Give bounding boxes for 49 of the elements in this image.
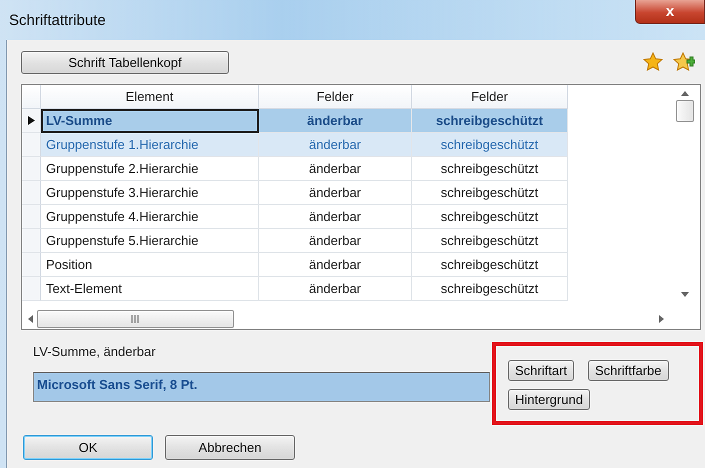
style-button[interactable]: Schriftfarbe (588, 360, 668, 381)
table-cell: Text-Element (41, 277, 259, 301)
scroll-left-icon[interactable] (28, 315, 33, 323)
style-button[interactable]: Hintergrund (508, 389, 590, 410)
window-title: Schriftattribute (9, 12, 106, 28)
table-cell: Gruppenstufe 2.Hierarchie (41, 157, 259, 181)
table-cell: änderbar (259, 109, 412, 133)
row-header[interactable] (22, 109, 41, 133)
column-header[interactable]: Felder (259, 85, 412, 109)
star-add-icon[interactable] (673, 52, 695, 72)
table-cell: änderbar (259, 181, 412, 205)
column-header[interactable]: Element (41, 85, 259, 109)
table-cell: Gruppenstufe 5.Hierarchie (41, 229, 259, 253)
table-cell: änderbar (259, 253, 412, 277)
table-cell: schreibgeschützt (412, 205, 568, 229)
scroll-down-icon[interactable] (681, 292, 689, 297)
table-cell: schreibgeschützt (412, 229, 568, 253)
table-cell: Gruppenstufe 1.Hierarchie (41, 133, 259, 157)
table-cell: schreibgeschützt (412, 253, 568, 277)
table-cell: LV-Summe (41, 109, 259, 133)
table-cell: schreibgeschützt (412, 157, 568, 181)
table-cell: änderbar (259, 277, 412, 301)
table-cell: Position (41, 253, 259, 277)
table-cell: änderbar (259, 229, 412, 253)
table-cell: schreibgeschützt (412, 277, 568, 301)
table-cell: schreibgeschützt (412, 181, 568, 205)
header-font-button[interactable]: Schrift Tabellenkopf (21, 50, 229, 74)
dialog-button[interactable]: OK (23, 435, 153, 460)
horizontal-scroll-thumb[interactable] (37, 310, 234, 328)
current-row-icon (28, 116, 34, 125)
table-cell: schreibgeschützt (412, 109, 568, 133)
star-icon[interactable] (643, 52, 663, 72)
grip-icon (131, 315, 140, 323)
scroll-up-icon[interactable] (681, 91, 689, 96)
font-preview-field: Microsoft Sans Serif, 8 Pt. (33, 372, 490, 402)
corner-header (22, 85, 41, 109)
table-cell: Gruppenstufe 3.Hierarchie (41, 181, 259, 205)
table-cell: schreibgeschützt (412, 133, 568, 157)
table-cell: änderbar (259, 205, 412, 229)
dialog-button[interactable]: Abbrechen (165, 435, 295, 460)
column-header[interactable]: Felder (412, 85, 568, 109)
close-button[interactable]: x (635, 0, 705, 24)
selection-label: LV-Summe, änderbar (33, 344, 157, 361)
table-cell: änderbar (259, 157, 412, 181)
style-button[interactable]: Schriftart (508, 360, 574, 381)
table-cell: änderbar (259, 133, 412, 157)
scroll-right-icon[interactable] (659, 315, 664, 323)
vertical-scroll-thumb[interactable] (676, 100, 694, 122)
table-cell: Gruppenstufe 4.Hierarchie (41, 205, 259, 229)
